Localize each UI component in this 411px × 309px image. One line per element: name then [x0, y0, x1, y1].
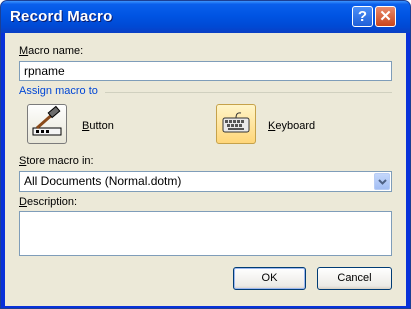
hammer-toolbar-icon — [32, 105, 62, 136]
ok-button[interactable]: OK — [233, 267, 306, 290]
macro-name-label: Macro name: — [19, 45, 83, 57]
keyboard-label-rest: eyboard — [275, 120, 316, 132]
close-button[interactable]: ✕ — [375, 6, 396, 27]
keyboard-option-label: Keyboard — [268, 120, 315, 132]
dropdown-button[interactable] — [374, 173, 390, 190]
description-label: Description: — [19, 196, 77, 208]
button-label-rest: utton — [89, 120, 114, 132]
chevron-down-icon — [378, 179, 387, 185]
title-bar[interactable]: Record Macro ? ✕ — [1, 1, 410, 33]
store-macro-label: Store macro in: — [19, 155, 94, 167]
store-label-rest: tore macro in: — [26, 155, 94, 167]
macro-name-label-rest: acro name: — [28, 45, 84, 57]
store-macro-selected-value: All Documents (Normal.dotm) — [24, 174, 182, 188]
description-label-rest: escription: — [26, 196, 78, 208]
cancel-button[interactable]: Cancel — [317, 267, 392, 290]
record-macro-dialog: Record Macro ? ✕ Macro name: rpname Assi… — [0, 0, 411, 309]
button-assign-button[interactable] — [27, 104, 67, 144]
description-textarea[interactable] — [19, 211, 392, 256]
window-title: Record Macro — [10, 8, 113, 25]
dialog-body: Macro name: rpname Assign macro to Butto… — [5, 33, 406, 306]
group-divider — [105, 92, 392, 93]
button-option-label: Button — [82, 120, 114, 132]
assign-macro-group-title: Assign macro to — [19, 85, 98, 97]
macro-name-input[interactable]: rpname — [19, 61, 392, 81]
store-macro-select[interactable]: All Documents (Normal.dotm) — [19, 171, 392, 192]
help-button[interactable]: ? — [352, 6, 373, 27]
description-label-key: D — [19, 196, 27, 208]
macro-name-label-key: M — [19, 45, 29, 57]
keyboard-assign-button[interactable] — [216, 104, 256, 144]
keyboard-icon — [222, 112, 250, 133]
